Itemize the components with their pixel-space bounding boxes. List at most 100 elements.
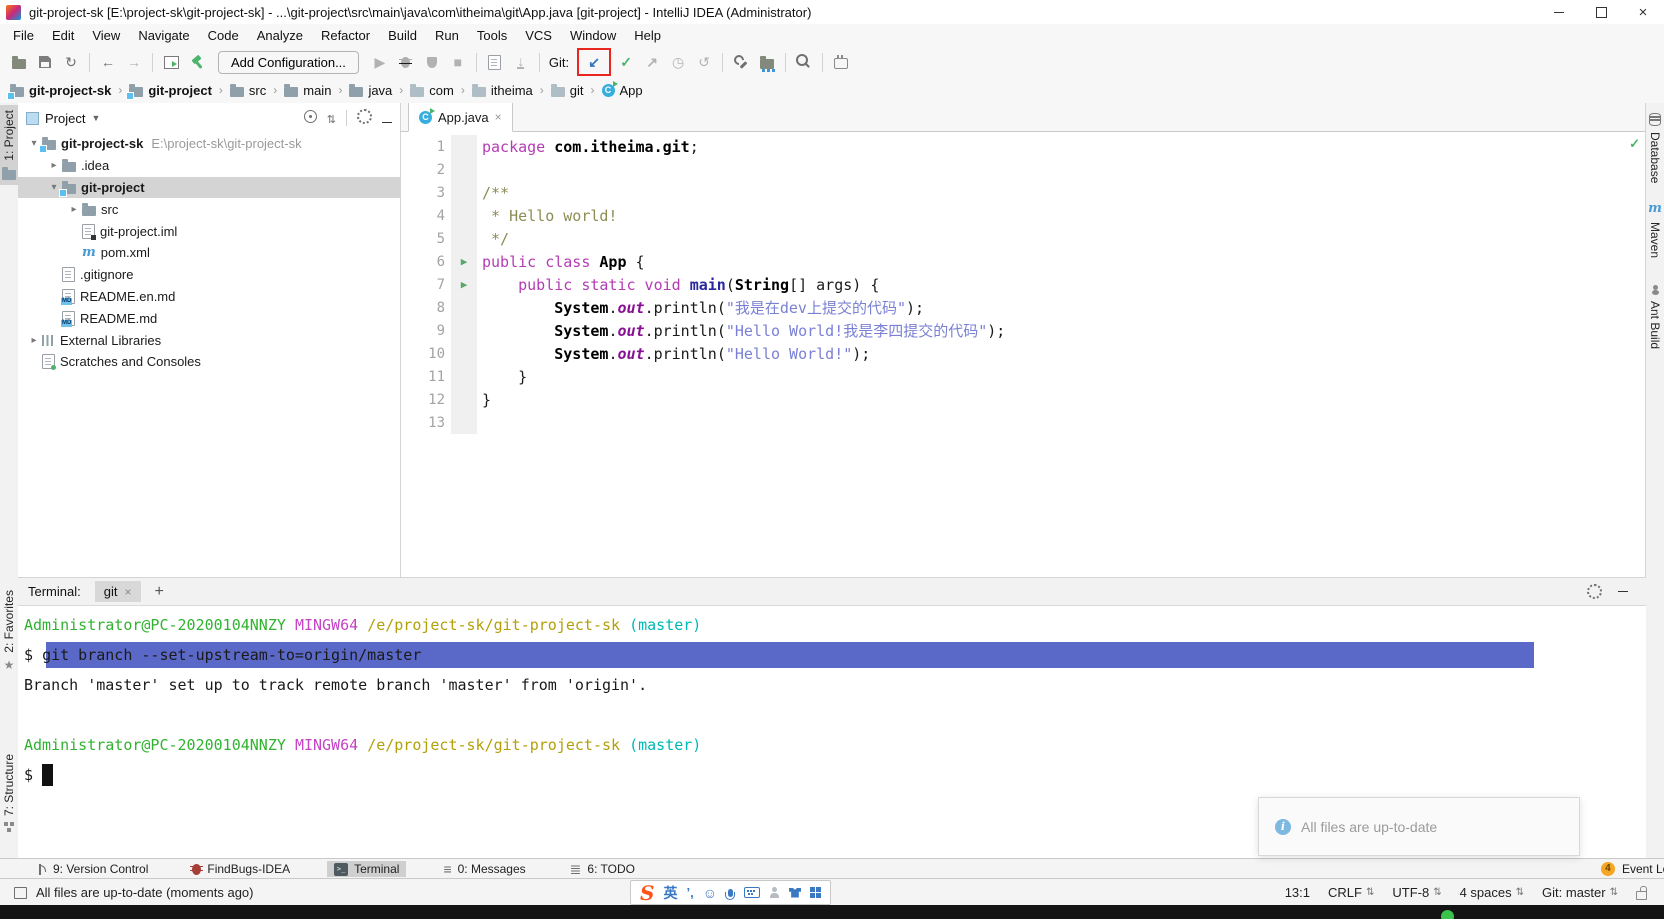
minimize-button[interactable] [1538, 0, 1580, 24]
update-button[interactable]: ↙ [581, 50, 607, 74]
tree-item-.gitignore[interactable]: .gitignore [18, 264, 400, 286]
search-button[interactable] [791, 50, 817, 74]
breadcrumb-item-git-project-sk[interactable]: git-project-sk [7, 83, 111, 100]
tool-window-switcher-icon[interactable] [14, 886, 27, 899]
breadcrumb-item-git[interactable]: git [550, 83, 584, 98]
breadcrumb-item-src[interactable]: src [229, 83, 266, 98]
line-number[interactable]: 10 [401, 346, 451, 362]
tree-item-README.en.md[interactable]: README.en.md [18, 286, 400, 308]
menu-code[interactable]: Code [199, 28, 248, 43]
history-button[interactable]: ◷ [665, 50, 691, 74]
breadcrumb-item-com[interactable]: com [410, 83, 454, 98]
menu-analyze[interactable]: Analyze [248, 28, 312, 43]
run-line-icon[interactable]: ▶ [461, 255, 468, 268]
breadcrumb-item-main[interactable]: main [284, 83, 331, 98]
line-number[interactable]: 8 [401, 300, 451, 316]
maximize-button[interactable] [1580, 0, 1622, 24]
project-panel-title[interactable]: Project [45, 111, 85, 126]
run-line-icon[interactable]: ▶ [461, 278, 468, 291]
close-button[interactable]: × [1622, 0, 1664, 24]
status-widget-Git-master[interactable]: Git: master ⇅ [1542, 885, 1618, 900]
ime-mic-icon[interactable] [725, 888, 736, 900]
debug-button[interactable] [393, 50, 419, 74]
lock-icon[interactable] [1636, 886, 1647, 900]
collapse-button[interactable]: ⇅ [327, 111, 336, 126]
notification-balloon[interactable]: i All files are up-to-date [1258, 797, 1580, 856]
plugin-button[interactable] [828, 50, 854, 74]
line-number[interactable]: 5 [401, 231, 451, 247]
windows-taskbar[interactable] [0, 905, 1664, 919]
gear-icon[interactable] [1587, 584, 1602, 599]
tool-window-tab-9-Version-Control[interactable]: 9: Version Control [30, 861, 155, 877]
menu-navigate[interactable]: Navigate [129, 28, 198, 43]
open-button[interactable] [6, 50, 32, 74]
status-widget-4-spaces[interactable]: 4 spaces ⇅ [1460, 885, 1524, 900]
tree-item-git-project-sk[interactable]: ▾ git-project-sk E:\project-sk\git-project… [18, 133, 400, 155]
chevron-collapsed-icon[interactable]: ▸ [26, 335, 42, 346]
profiler-button[interactable] [482, 50, 508, 74]
run-window-button[interactable] [158, 50, 184, 74]
hide-panel-icon[interactable] [1618, 591, 1628, 592]
ime-language-toggle[interactable]: 英 [663, 883, 677, 903]
stop-button[interactable]: ■ [445, 50, 471, 74]
line-number[interactable]: 11 [401, 369, 451, 385]
breadcrumb-item-App[interactable]: C App [601, 80, 643, 98]
menu-file[interactable]: File [4, 28, 43, 43]
tool-window-tab-6-TODO[interactable]: ≣ 6: TODO [563, 861, 642, 877]
sogou-ime-toolbar[interactable]: S 英 ’, ☺ [630, 880, 831, 905]
close-tab-icon[interactable]: × [495, 110, 502, 124]
line-number[interactable]: 4 [401, 208, 451, 224]
ime-toolbox-icon[interactable] [809, 887, 821, 898]
hammer-button[interactable] [184, 50, 210, 74]
menu-help[interactable]: Help [625, 28, 670, 43]
line-number[interactable]: 7 [401, 277, 451, 293]
tree-item-README.md[interactable]: README.md [18, 307, 400, 329]
hide-button[interactable] [382, 111, 392, 126]
menu-window[interactable]: Window [561, 28, 625, 43]
back-button[interactable]: ← [95, 50, 121, 74]
chevron-collapsed-icon[interactable]: ▸ [46, 160, 62, 171]
status-widget-13-1[interactable]: 13:1 [1285, 885, 1310, 900]
ime-skin-icon[interactable] [788, 887, 801, 898]
menu-edit[interactable]: Edit [43, 28, 83, 43]
revert-button[interactable]: ↺ [691, 50, 717, 74]
code-editor[interactable]: 1 package com.itheima.git; 2 3/** 4 * Hello … [401, 132, 1646, 577]
chevron-collapsed-icon[interactable]: ▸ [66, 204, 82, 215]
commit-button[interactable]: ✓ [613, 50, 639, 74]
sogou-logo-icon[interactable]: S [640, 881, 654, 905]
menu-build[interactable]: Build [379, 28, 426, 43]
tree-item-git-project.iml[interactable]: git-project.iml [18, 220, 400, 242]
ime-emoji-icon[interactable]: ☺ [703, 885, 717, 901]
tree-item-git-project[interactable]: ▾ git-project [18, 176, 400, 199]
attach-button[interactable]: ↓ [508, 50, 534, 74]
terminal-tab-git[interactable]: git × [94, 581, 141, 602]
tree-item-src[interactable]: ▸ src [18, 198, 400, 220]
close-terminal-tab-icon[interactable]: × [124, 585, 131, 599]
wrench-button[interactable] [728, 50, 754, 74]
save-button[interactable] [32, 50, 58, 74]
coverage-button[interactable] [419, 50, 445, 74]
stripe-tab-1-Project[interactable]: 1: Project [0, 105, 18, 185]
tree-item-External Libraries[interactable]: ▸ External Libraries [18, 329, 400, 351]
tool-window-tab-Terminal[interactable]: >_ Terminal [327, 861, 407, 877]
taskbar-app-icon[interactable] [1441, 910, 1454, 919]
add-configuration-button[interactable]: Add Configuration... [218, 50, 359, 74]
sync-button[interactable]: ↻ [58, 50, 84, 74]
stripe-tab-Maven[interactable]: m Maven [1646, 201, 1664, 258]
line-number[interactable]: 12 [401, 392, 451, 408]
breadcrumb-item-java[interactable]: java [349, 83, 392, 98]
stripe-tab-7-Structure[interactable]: 7: Structure [0, 749, 18, 837]
breadcrumb-item-itheima[interactable]: itheima [471, 83, 533, 98]
line-number[interactable]: 2 [401, 162, 451, 178]
stripe-tab-Database[interactable]: Database [1646, 113, 1664, 183]
line-number[interactable]: 3 [401, 185, 451, 201]
menu-tools[interactable]: Tools [468, 28, 516, 43]
tree-item-.idea[interactable]: ▸ .idea [18, 155, 400, 177]
editor-tab-app-java[interactable]: C App.java × [408, 103, 513, 132]
ime-keyboard-icon[interactable] [743, 887, 760, 898]
menu-refactor[interactable]: Refactor [312, 28, 379, 43]
tree-item-Scratches and Consoles[interactable]: Scratches and Consoles [18, 351, 400, 373]
status-widget-UTF-8[interactable]: UTF-8 ⇅ [1392, 885, 1441, 900]
line-number[interactable]: 1 [401, 139, 451, 155]
tool-window-tab-FindBugs-IDEA[interactable]: FindBugs-IDEA [185, 861, 297, 877]
